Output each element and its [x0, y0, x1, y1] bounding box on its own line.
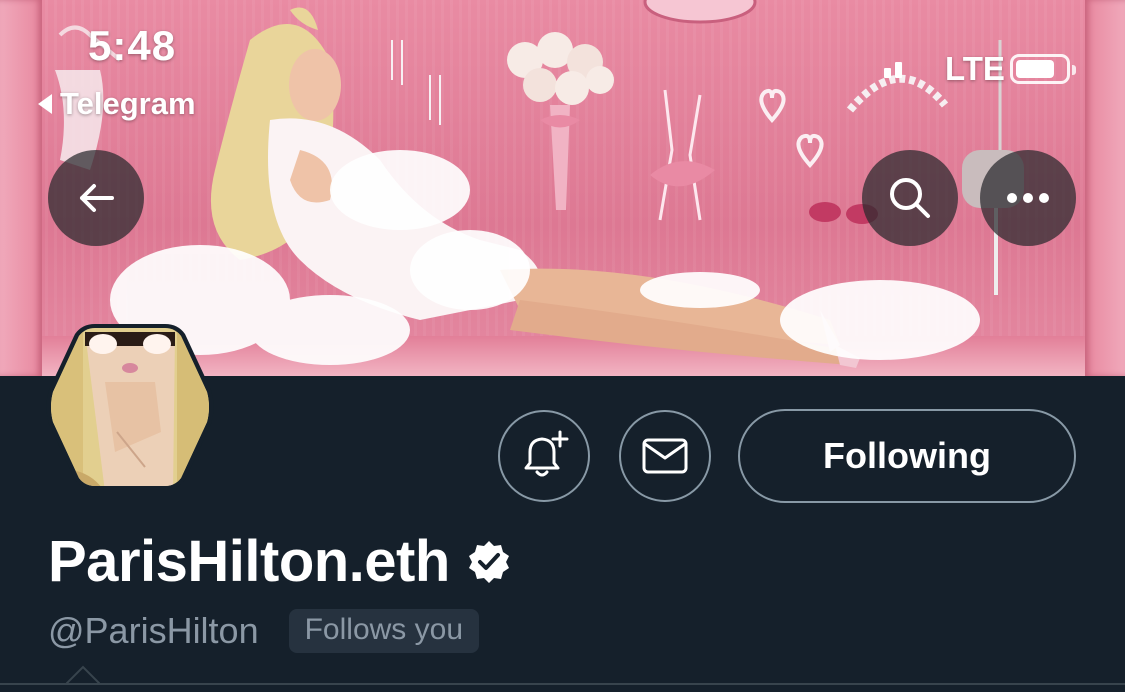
- status-back-label: Telegram: [60, 86, 196, 121]
- search-icon: [890, 178, 930, 218]
- arrow-left-icon: [80, 184, 114, 212]
- follows-you-badge: Follows you: [288, 609, 480, 653]
- notifications-button[interactable]: [498, 410, 590, 502]
- more-horizontal-icon: [1007, 193, 1049, 203]
- profile-avatar[interactable]: [45, 322, 215, 492]
- handle-row: @ParisHilton Follows you: [48, 609, 480, 653]
- mail-icon: [642, 438, 688, 474]
- back-triangle-icon: [38, 94, 52, 114]
- following-button[interactable]: Following: [738, 409, 1076, 503]
- status-time: 5:48: [88, 22, 177, 69]
- profile-handle: @ParisHilton: [48, 610, 259, 651]
- display-name-text: ParisHilton.eth: [48, 529, 450, 594]
- network-type: LTE: [945, 50, 1005, 87]
- back-button[interactable]: [48, 150, 144, 246]
- section-divider: [0, 683, 1125, 685]
- bell-plus-icon: [524, 430, 569, 477]
- verified-badge-icon: [468, 540, 509, 583]
- status-back-to-app[interactable]: Telegram: [38, 86, 196, 122]
- battery-icon: [1010, 54, 1076, 84]
- more-options-button[interactable]: [980, 150, 1076, 246]
- search-button[interactable]: [862, 150, 958, 246]
- profile-name: ParisHilton.eth: [48, 528, 512, 595]
- message-button[interactable]: [619, 410, 711, 502]
- cellular-signal-icon: [884, 62, 902, 78]
- profile-banner[interactable]: 5:48 Telegram LTE: [0, 0, 1125, 376]
- tooltip-caret: [66, 665, 100, 684]
